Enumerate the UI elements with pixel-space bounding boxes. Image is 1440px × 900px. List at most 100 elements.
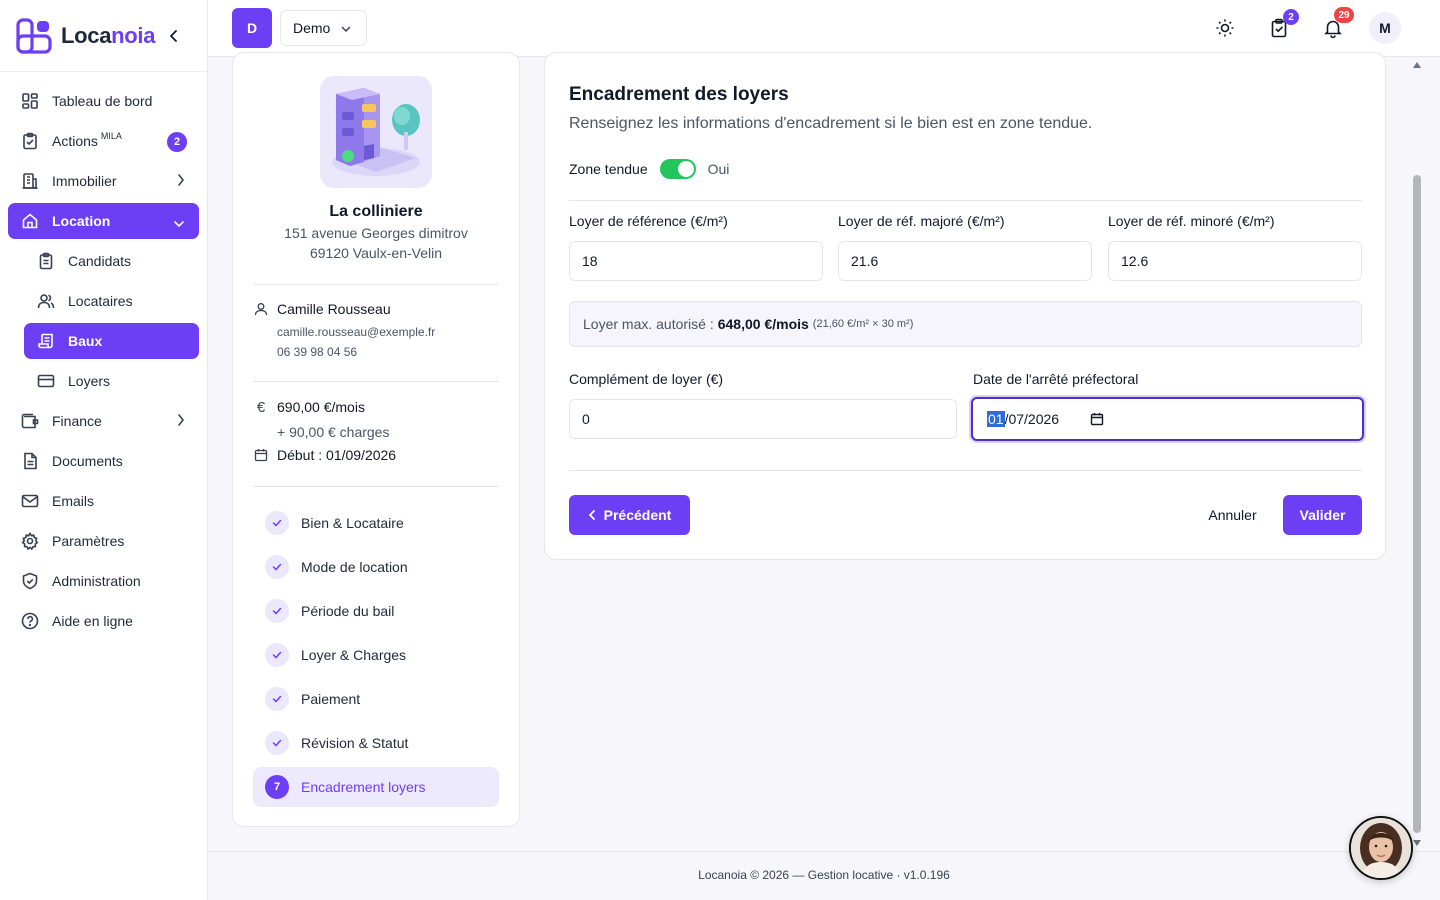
toggle-knob bbox=[677, 161, 694, 177]
date-rest: /07/2026 bbox=[1004, 411, 1060, 427]
sidebar-item-label: Administration bbox=[52, 573, 141, 589]
check-icon bbox=[265, 731, 289, 755]
rent-row: € 690,00 €/mois bbox=[253, 398, 365, 416]
scroll-down-arrow-icon[interactable] bbox=[1413, 840, 1421, 846]
brand[interactable]: Locanoia bbox=[0, 0, 207, 72]
chevron-down-icon bbox=[340, 22, 352, 38]
prefectoral-date-label: Date de l'arrêté préfectoral bbox=[973, 371, 1139, 387]
divider bbox=[253, 284, 499, 285]
assistant-avatar-button[interactable] bbox=[1349, 816, 1413, 880]
sidebar-item-parametres[interactable]: Paramètres bbox=[8, 523, 199, 559]
tenant-phone: 06 39 98 04 56 bbox=[277, 345, 358, 359]
submit-button[interactable]: Valider bbox=[1283, 495, 1362, 535]
divider bbox=[253, 381, 499, 382]
zone-tendue-toggle[interactable] bbox=[659, 159, 696, 179]
gear-icon bbox=[20, 531, 40, 551]
step-loyer-charges[interactable]: Loyer & Charges bbox=[253, 635, 499, 675]
form-subtitle: Renseignez les informations d'encadremen… bbox=[569, 115, 1093, 132]
sidebar-item-actions[interactable]: Actions MILA 2 bbox=[8, 123, 199, 159]
chevron-left-icon bbox=[588, 509, 596, 521]
dashboard-icon bbox=[20, 91, 40, 111]
sidebar-item-documents[interactable]: Documents bbox=[8, 443, 199, 479]
step-periode-du-bail[interactable]: Période du bail bbox=[253, 591, 499, 631]
ref-rent-major-value: 21.6 bbox=[851, 253, 879, 269]
mila-sup: MILA bbox=[100, 131, 122, 141]
check-icon bbox=[265, 643, 289, 667]
sidebar-item-label: Candidats bbox=[68, 253, 132, 269]
step-mode-de-location[interactable]: Mode de location bbox=[253, 547, 499, 587]
step-revision-statut[interactable]: Révision & Statut bbox=[253, 723, 499, 763]
user-avatar[interactable]: M bbox=[1369, 12, 1401, 44]
scrollbar-thumb[interactable] bbox=[1413, 175, 1421, 833]
zone-tendue-row: Zone tendue Oui bbox=[569, 159, 729, 179]
step-paiement[interactable]: Paiement bbox=[253, 679, 499, 719]
divider bbox=[569, 470, 1362, 471]
user-icon bbox=[253, 301, 269, 317]
workspace-select[interactable]: Demo bbox=[280, 10, 367, 46]
previous-label: Précédent bbox=[603, 507, 672, 523]
sidebar-nav: Tableau de bord Actions MILA 2 Immobilier… bbox=[0, 72, 207, 639]
location-submenu: Candidats Locataires Baux Loyers bbox=[0, 243, 207, 399]
ref-rent-minor-input[interactable]: 12.6 bbox=[1108, 241, 1362, 281]
sidebar-item-label: Paramètres bbox=[52, 533, 125, 549]
sidebar-item-tableau-de-bord[interactable]: Tableau de bord bbox=[8, 83, 199, 119]
sidebar-item-aide-en-ligne[interactable]: Aide en ligne bbox=[8, 603, 199, 639]
ref-rent-input[interactable]: 18 bbox=[569, 241, 823, 281]
scrollbar[interactable] bbox=[1410, 57, 1424, 851]
clipboard-check-icon bbox=[20, 131, 40, 151]
calendar-icon bbox=[253, 447, 269, 463]
sidebar-item-label: Baux bbox=[68, 333, 103, 349]
complement-label: Complément de loyer (€) bbox=[569, 371, 724, 387]
step-bien-locataire[interactable]: Bien & Locataire bbox=[253, 503, 499, 543]
rent-amount: 690,00 €/mois bbox=[277, 399, 365, 415]
ref-rent-major-label: Loyer de réf. majoré (€/m²) bbox=[838, 213, 1005, 229]
sidebar-item-label: Immobilier bbox=[52, 173, 117, 189]
sidebar-item-label: Location bbox=[52, 213, 111, 229]
euro-icon: € bbox=[256, 398, 266, 416]
collapse-sidebar-icon[interactable] bbox=[166, 26, 182, 46]
property-name: La colliniere bbox=[329, 203, 423, 220]
tenant-name: Camille Rousseau bbox=[277, 301, 391, 317]
sidebar-item-emails[interactable]: Emails bbox=[8, 483, 199, 519]
sidebar-subitem-loyers[interactable]: Loyers bbox=[24, 363, 199, 399]
zone-tendue-label: Zone tendue bbox=[569, 161, 648, 177]
property-address-line1: 151 avenue Georges dimitrov bbox=[284, 225, 468, 241]
logo-icon bbox=[16, 17, 52, 54]
sidebar: Locanoia Tableau de bord Actions MILA 2 I… bbox=[0, 0, 208, 900]
date-day-segment[interactable]: 01 bbox=[987, 411, 1005, 427]
footer-divider bbox=[208, 851, 1440, 852]
step-encadrement-loyers[interactable]: 7 Encadrement loyers bbox=[253, 767, 499, 807]
complement-input[interactable]: 0 bbox=[569, 399, 957, 439]
step-label: Paiement bbox=[301, 691, 361, 707]
tenant-email: camille.rousseau@exemple.fr bbox=[277, 325, 436, 339]
form-title: Encadrement des loyers bbox=[569, 84, 789, 105]
sidebar-item-location[interactable]: Location bbox=[8, 203, 199, 239]
brand-name: Locanoia bbox=[61, 22, 156, 48]
users-icon bbox=[36, 291, 56, 311]
building-icon bbox=[20, 171, 40, 191]
theme-toggle-sun-icon[interactable] bbox=[1211, 14, 1239, 42]
sidebar-subitem-baux[interactable]: Baux bbox=[24, 323, 199, 359]
sidebar-item-administration[interactable]: Administration bbox=[8, 563, 199, 599]
sidebar-item-finance[interactable]: Finance bbox=[8, 403, 199, 439]
max-rent-info: Loyer max. autorisé : 648,00 €/mois (21,… bbox=[569, 301, 1362, 347]
cancel-button[interactable]: Annuler bbox=[1195, 495, 1270, 535]
ref-rent-major-input[interactable]: 21.6 bbox=[838, 241, 1092, 281]
document-icon bbox=[20, 451, 40, 471]
calendar-picker-icon[interactable] bbox=[1090, 412, 1104, 429]
scroll-up-arrow-icon[interactable] bbox=[1413, 62, 1421, 68]
workspace-avatar[interactable]: D bbox=[232, 8, 272, 48]
footer-text: Locanoia © 2026 — Gestion locative · v1.… bbox=[698, 868, 950, 882]
workspace-name: Demo bbox=[293, 20, 331, 36]
sidebar-item-label: Emails bbox=[52, 493, 95, 509]
ref-rent-value: 18 bbox=[582, 253, 598, 269]
sidebar-item-immobilier[interactable]: Immobilier bbox=[8, 163, 199, 199]
property-illustration bbox=[320, 76, 432, 188]
prefectoral-date-input[interactable]: 01/07/2026 bbox=[971, 397, 1364, 441]
previous-button[interactable]: Précédent bbox=[569, 495, 690, 535]
charges-amount: + 90,00 € charges bbox=[277, 424, 390, 440]
start-date: Début : 01/09/2026 bbox=[277, 447, 397, 463]
sidebar-subitem-locataires[interactable]: Locataires bbox=[24, 283, 199, 319]
sidebar-item-label: Locataires bbox=[68, 293, 133, 309]
sidebar-subitem-candidats[interactable]: Candidats bbox=[24, 243, 199, 279]
